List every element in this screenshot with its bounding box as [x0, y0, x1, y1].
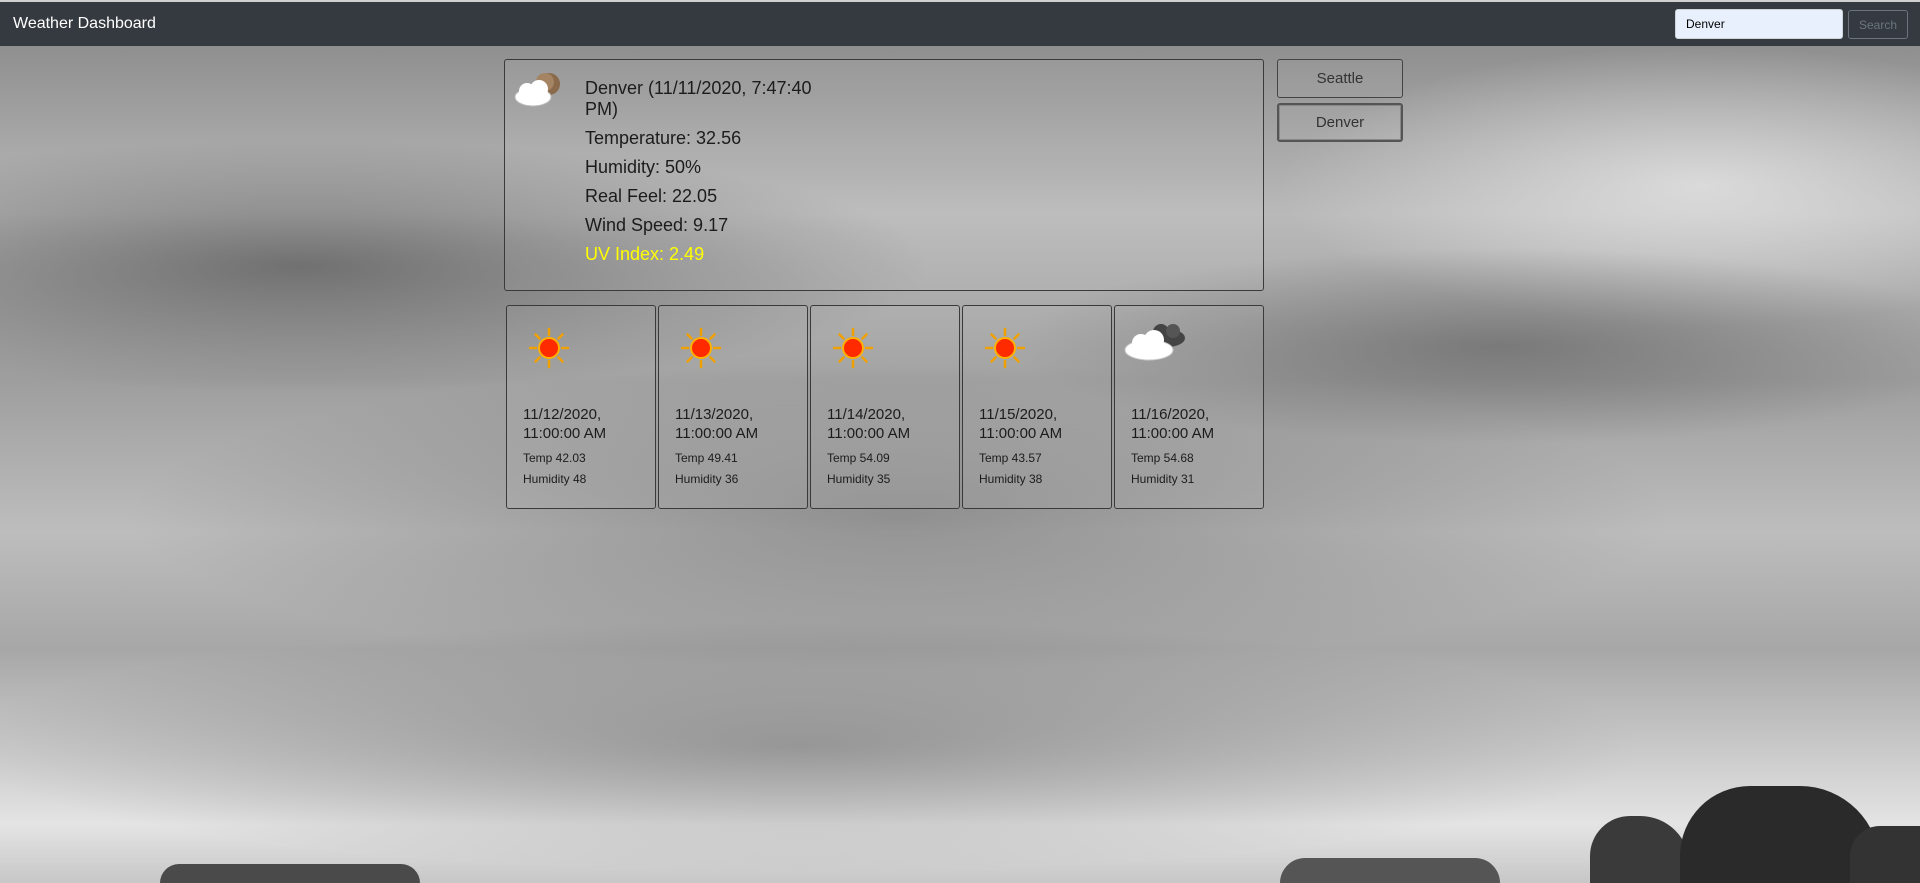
current-real-feel: Real Feel: 22.05 — [585, 186, 718, 206]
rock — [1590, 816, 1690, 883]
current-uv-index: UV Index: 2.49 — [585, 244, 705, 264]
rock — [1850, 826, 1920, 883]
app-title[interactable]: Weather Dashboard — [13, 14, 156, 34]
current-humidity: Humidity: 50% — [585, 157, 702, 177]
forecast-card: 11/13/2020, 11:00:00 AM Temp 49.41 Humid… — [658, 305, 808, 509]
current-temperature: Temperature: 32.56 — [585, 128, 742, 148]
forecast-date: 11/16/2020, 11:00:00 AM — [1131, 406, 1215, 442]
forecast-temp: Temp 54.09 — [827, 451, 890, 465]
rock — [160, 864, 420, 883]
forecast-humidity: Humidity 48 — [523, 472, 587, 486]
forecast-humidity: Humidity 35 — [827, 472, 891, 486]
forecast-card: 11/12/2020, 11:00:00 AM Temp 42.03 Humid… — [506, 305, 656, 509]
sun-icon — [680, 327, 722, 369]
forecast-temp: Temp 42.03 — [523, 451, 586, 465]
forecast-humidity: Humidity 31 — [1131, 472, 1195, 486]
forecast-card: 11/14/2020, 11:00:00 AM Temp 54.09 Humid… — [810, 305, 960, 509]
history-city-button-denver[interactable]: Denver — [1277, 103, 1403, 142]
forecast-date: 11/14/2020, 11:00:00 AM — [827, 406, 911, 442]
partly-cloudy-night-icon — [514, 73, 560, 107]
current-city-title: Denver (11/11/2020, 7:47:40 PM) — [585, 78, 812, 119]
sun-icon — [832, 327, 874, 369]
clouds-icon — [1124, 324, 1185, 361]
search-button[interactable]: Search — [1848, 10, 1908, 39]
forecast-temp: Temp 54.68 — [1131, 451, 1194, 465]
forecast-humidity: Humidity 36 — [675, 472, 739, 486]
current-wind-speed: Wind Speed: 9.17 — [585, 215, 729, 235]
current-weather-card: Denver (11/11/2020, 7:47:40 PM) Temperat… — [504, 59, 1264, 291]
forecast-humidity: Humidity 38 — [979, 472, 1043, 486]
sun-icon — [984, 327, 1026, 369]
forecast-date: 11/15/2020, 11:00:00 AM — [979, 406, 1063, 442]
sun-icon — [528, 327, 570, 369]
history-city-button-seattle[interactable]: Seattle — [1277, 59, 1403, 98]
city-search-input[interactable] — [1675, 9, 1843, 39]
rock — [1280, 858, 1500, 883]
forecast-date: 11/13/2020, 11:00:00 AM — [675, 406, 759, 442]
forecast-card: 11/15/2020, 11:00:00 AM Temp 43.57 Humid… — [962, 305, 1112, 509]
navbar: Weather Dashboard Search — [0, 0, 1920, 46]
forecast-temp: Temp 49.41 — [675, 451, 738, 465]
forecast-temp: Temp 43.57 — [979, 451, 1042, 465]
forecast-card: 11/16/2020, 11:00:00 AM Temp 54.68 Humid… — [1114, 305, 1264, 509]
forecast-date: 11/12/2020, 11:00:00 AM — [523, 406, 607, 442]
